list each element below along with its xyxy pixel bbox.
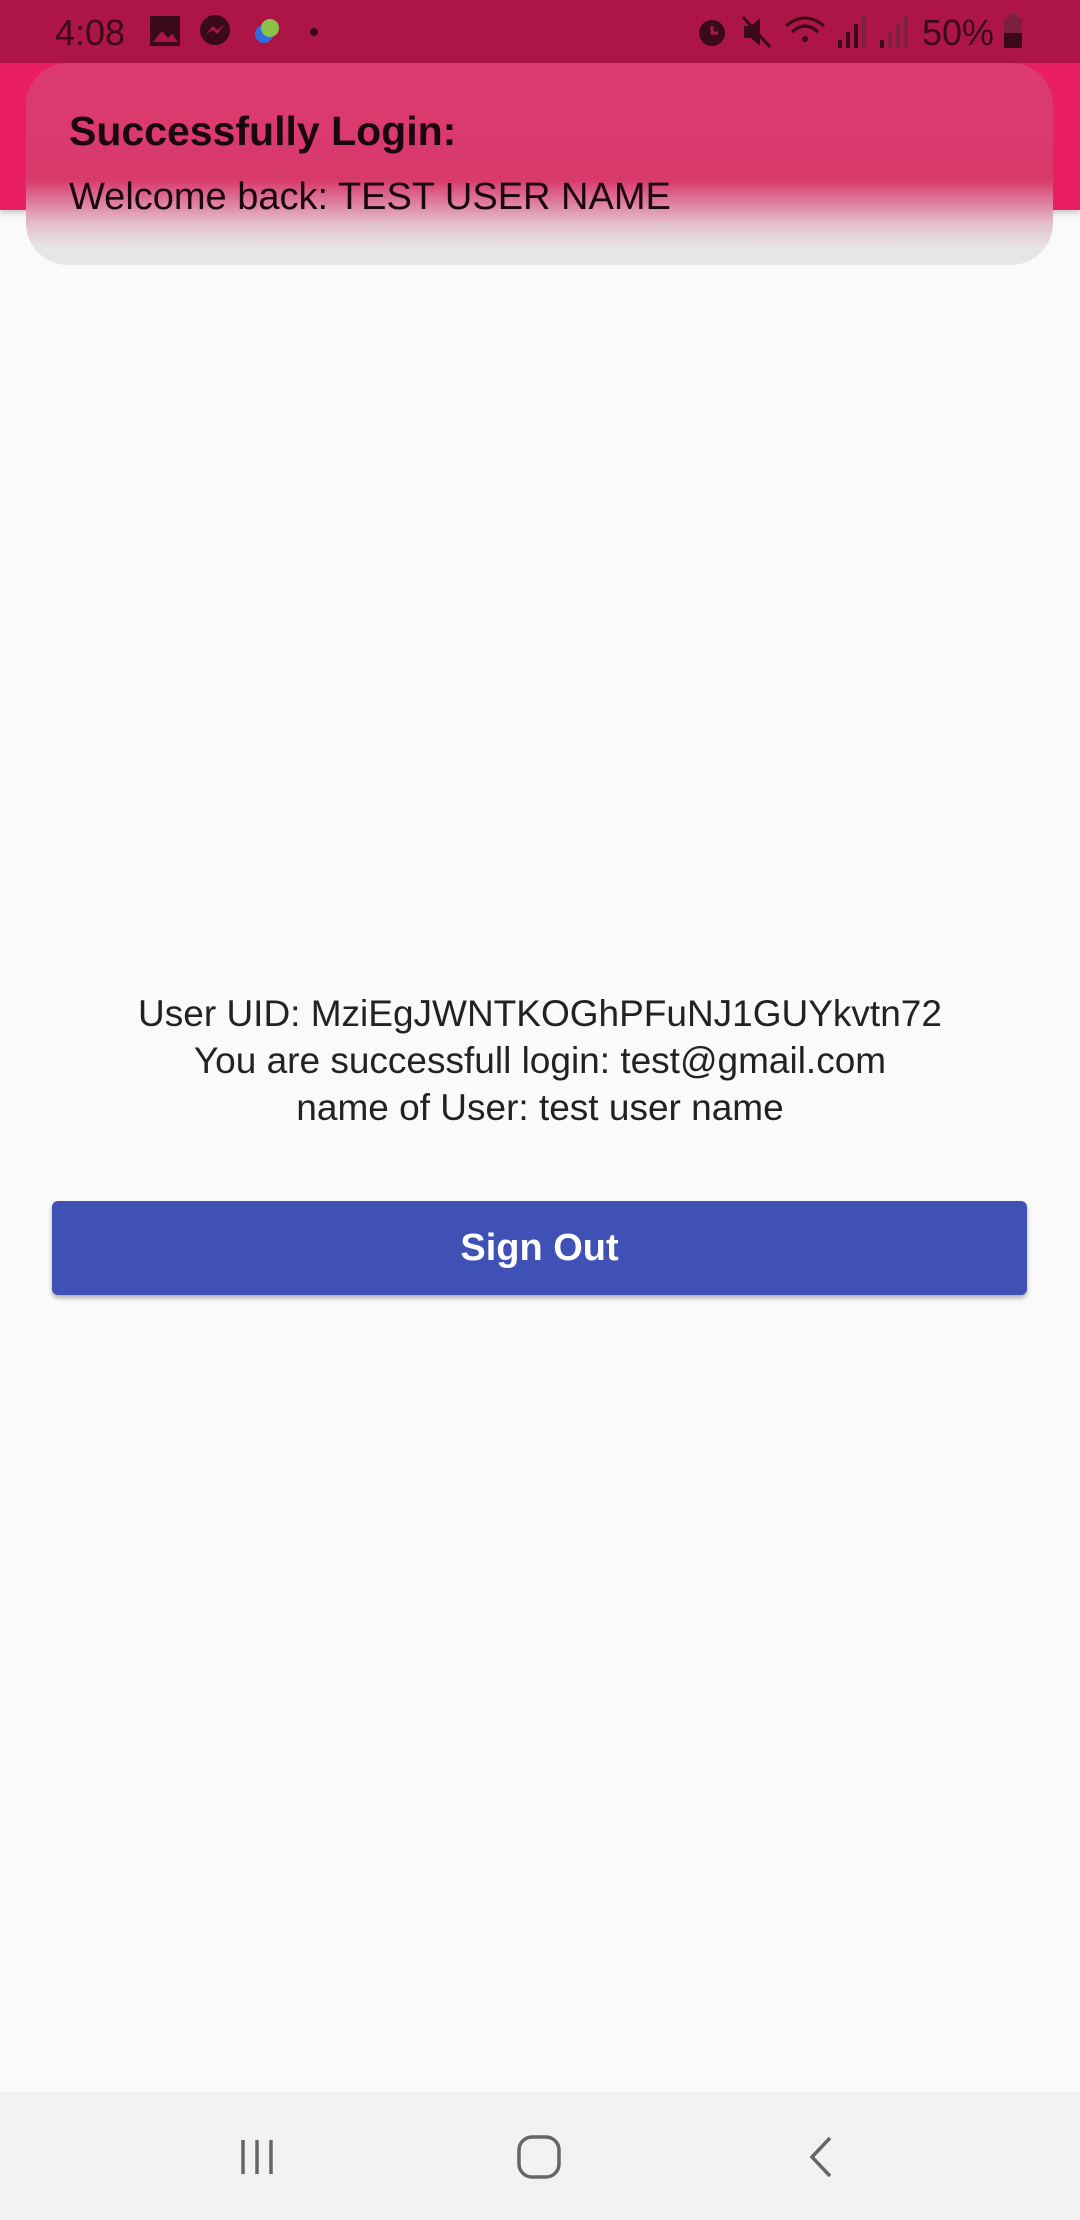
signal-icon: [838, 16, 866, 48]
signal-icon-2: [880, 16, 908, 48]
battery-icon: [1004, 14, 1022, 48]
user-info: User UID: MziEgJWNTKOGhPFuNJ1GUYkvtn72 Y…: [0, 990, 1080, 1131]
battery-percent: 50%: [922, 12, 995, 53]
back-button[interactable]: [781, 2122, 861, 2192]
home-button[interactable]: [499, 2122, 579, 2192]
recent-apps-icon: [241, 2140, 273, 2174]
recent-apps-button[interactable]: [217, 2122, 297, 2192]
user-name: name of User: test user name: [296, 1087, 784, 1128]
messenger-icon: [200, 15, 230, 45]
toast-message: Welcome back: TEST USER NAME: [69, 176, 671, 218]
gallery-icon: [150, 16, 180, 46]
toast-title: Successfully Login:: [69, 108, 457, 154]
user-email: You are successfull login: test@gmail.co…: [193, 1040, 887, 1081]
alarm-icon: [699, 20, 725, 46]
mute-icon: [741, 15, 772, 49]
status-bar: 4:08 50%: [0, 0, 1080, 63]
login-toast[interactable]: Successfully Login: Welcome back: TEST U…: [26, 63, 1053, 265]
status-time: 4:08: [55, 12, 126, 53]
home-icon: [517, 2135, 561, 2179]
sign-out-button[interactable]: Sign Out: [52, 1201, 1027, 1295]
back-icon: [809, 2136, 832, 2178]
wifi-icon: [785, 16, 825, 42]
user-uid: User UID: MziEgJWNTKOGhPFuNJ1GUYkvtn72: [138, 993, 942, 1034]
app-notification-icon: [255, 19, 279, 43]
more-dot-icon: [310, 28, 318, 36]
navigation-bar: [0, 2092, 1080, 2220]
